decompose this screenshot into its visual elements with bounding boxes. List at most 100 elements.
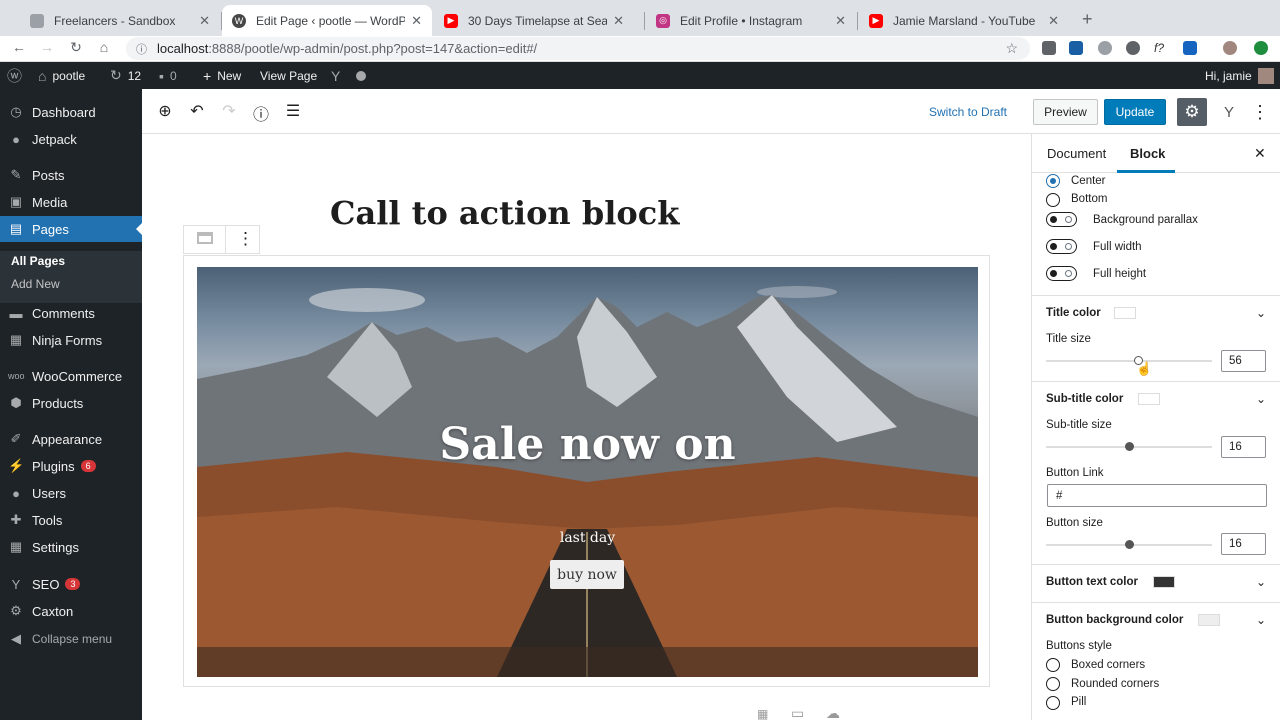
title-size-input[interactable]: 56: [1221, 350, 1266, 372]
yoast-icon[interactable]: Y: [331, 62, 340, 89]
undo-icon[interactable]: ↶: [186, 101, 208, 121]
new-content-link[interactable]: + New: [203, 62, 241, 89]
extension-gear-icon[interactable]: [1126, 41, 1140, 55]
submenu-all-pages[interactable]: All Pages: [11, 254, 65, 268]
menu-item-products[interactable]: ⬢ Products: [0, 390, 142, 416]
title-color-heading[interactable]: Title color: [1046, 307, 1101, 319]
post-title[interactable]: Call to action block: [330, 194, 679, 232]
button-link-input[interactable]: #: [1047, 484, 1267, 507]
cloud-icon[interactable]: ☁: [826, 705, 840, 722]
style-rounded-radio[interactable]: [1046, 677, 1060, 691]
preview-button[interactable]: Preview: [1033, 99, 1098, 125]
menu-item-caxton[interactable]: ⚙ Caxton: [0, 598, 142, 624]
site-name-link[interactable]: ⌂ pootle: [38, 62, 85, 89]
button-text-color-swatch[interactable]: [1153, 576, 1175, 588]
extension-camera-icon[interactable]: [1098, 41, 1112, 55]
add-block-icon[interactable]: ⊕: [154, 101, 176, 121]
browser-tab[interactable]: ▶ 30 Days Timelapse at Sea | 4K ✕: [434, 5, 634, 36]
full-width-toggle[interactable]: [1046, 239, 1077, 254]
button-size-input[interactable]: 16: [1221, 533, 1266, 555]
subtitle-color-swatch[interactable]: [1138, 393, 1160, 405]
chevron-down-icon[interactable]: ⌄: [1256, 306, 1266, 320]
menu-item-media[interactable]: ▣ Media: [0, 189, 142, 215]
block-type-icon[interactable]: [197, 232, 213, 244]
new-tab-icon[interactable]: +: [1082, 9, 1093, 30]
redo-icon[interactable]: ↷: [218, 101, 240, 121]
menu-item-tools[interactable]: ✚ Tools: [0, 507, 142, 533]
menu-item-plugins[interactable]: ⚡ Plugins 6: [0, 453, 142, 479]
chevron-down-icon[interactable]: ⌄: [1256, 613, 1266, 627]
menu-item-posts[interactable]: ✎ Posts: [0, 162, 142, 188]
style-boxed-radio[interactable]: [1046, 658, 1060, 672]
extension-eyedropper-icon[interactable]: [1042, 41, 1056, 55]
cta-block[interactable]: Sale now on last day buy now: [197, 267, 978, 677]
title-color-swatch[interactable]: [1114, 307, 1136, 319]
back-icon[interactable]: ←: [9, 39, 29, 55]
block-more-icon[interactable]: ⋮: [237, 229, 254, 249]
button-text-color-heading[interactable]: Button text color: [1046, 576, 1138, 588]
menu-item-settings[interactable]: ▦ Settings: [0, 534, 142, 560]
close-icon[interactable]: ✕: [199, 13, 210, 29]
menu-item-jetpack[interactable]: ● Jetpack: [0, 126, 142, 152]
grid-icon[interactable]: ▦: [757, 707, 768, 721]
menu-item-users[interactable]: ● Users: [0, 480, 142, 506]
button-bg-color-swatch[interactable]: [1198, 614, 1220, 626]
position-center-radio[interactable]: [1046, 174, 1060, 188]
browser-tab[interactable]: ◎ Edit Profile • Instagram ✕: [646, 5, 856, 36]
collapse-menu-button[interactable]: ◀ Collapse menu: [0, 626, 142, 652]
close-icon[interactable]: ✕: [835, 13, 846, 29]
browser-tab-active[interactable]: W Edit Page ‹ pootle — WordPress ✕: [222, 5, 432, 36]
tab-block[interactable]: Block: [1130, 146, 1165, 161]
cta-block-wrapper[interactable]: Sale now on last day buy now: [183, 255, 990, 687]
my-account-link[interactable]: Hi, jamie: [1205, 62, 1274, 89]
menu-item-dashboard[interactable]: ◷ Dashboard: [0, 99, 142, 125]
close-icon[interactable]: ✕: [1048, 13, 1059, 29]
bookmark-star-icon[interactable]: ☆: [1005, 40, 1018, 57]
menu-item-ninja-forms[interactable]: ▦ Ninja Forms: [0, 327, 142, 353]
browser-tab[interactable]: ▶ Jamie Marsland - YouTube ✕: [859, 5, 1069, 36]
subtitle-size-input[interactable]: 16: [1221, 436, 1266, 458]
window-icon[interactable]: ▭: [791, 705, 804, 722]
chevron-down-icon[interactable]: ⌄: [1256, 575, 1266, 589]
more-options-icon[interactable]: ⋮: [1250, 99, 1270, 125]
chevron-down-icon[interactable]: ⌄: [1256, 392, 1266, 406]
home-icon[interactable]: ⌂: [94, 39, 114, 55]
submenu-add-new[interactable]: Add New: [11, 277, 60, 291]
button-size-slider-thumb[interactable]: [1125, 540, 1134, 549]
browser-tab[interactable]: Freelancers - Sandbox ✕: [20, 5, 220, 36]
yoast-sidebar-icon[interactable]: Y: [1217, 99, 1241, 125]
profile-avatar[interactable]: [1223, 41, 1237, 55]
close-sidebar-icon[interactable]: ✕: [1254, 145, 1266, 162]
menu-item-pages[interactable]: ▤ Pages: [0, 216, 142, 242]
reload-icon[interactable]: ↻: [66, 39, 86, 56]
switch-to-draft-button[interactable]: Switch to Draft: [925, 99, 1011, 125]
title-size-slider[interactable]: [1046, 360, 1212, 362]
address-bar[interactable]: ⓘ localhost:8888/pootle/wp-admin/post.ph…: [126, 37, 1030, 60]
wordpress-logo-icon[interactable]: ⓦ: [7, 62, 22, 89]
subtitle-size-slider-thumb[interactable]: [1125, 442, 1134, 451]
close-icon[interactable]: ✕: [411, 13, 422, 29]
close-icon[interactable]: ✕: [613, 13, 624, 29]
update-arrow-icon[interactable]: [1254, 41, 1268, 55]
info-icon[interactable]: ⓘ: [250, 101, 272, 125]
menu-item-woocommerce[interactable]: woo WooCommerce: [0, 363, 142, 389]
button-bg-color-heading[interactable]: Button background color: [1046, 614, 1183, 626]
style-pill-radio[interactable]: [1046, 696, 1060, 710]
extension-s-icon[interactable]: [1183, 41, 1197, 55]
updates-link[interactable]: ↻ 12: [110, 62, 141, 89]
menu-item-seo[interactable]: Y SEO 3: [0, 571, 142, 597]
full-height-toggle[interactable]: [1046, 266, 1077, 281]
cta-title[interactable]: Sale now on: [197, 419, 978, 470]
subtitle-color-heading[interactable]: Sub-title color: [1046, 393, 1123, 405]
settings-gear-icon[interactable]: ⚙: [1177, 98, 1207, 126]
extension-font-icon[interactable]: f?: [1154, 41, 1168, 55]
menu-item-comments[interactable]: ▬ Comments: [0, 300, 142, 326]
view-page-link[interactable]: View Page: [260, 62, 317, 89]
tab-document[interactable]: Document: [1047, 146, 1106, 161]
cta-buy-button[interactable]: buy now: [550, 560, 624, 589]
comments-link[interactable]: ▪ 0: [159, 62, 177, 89]
update-button[interactable]: Update: [1104, 99, 1166, 125]
block-navigation-icon[interactable]: ☰: [282, 101, 304, 121]
forward-icon[interactable]: →: [37, 39, 57, 55]
extension-box-icon[interactable]: [1069, 41, 1083, 55]
